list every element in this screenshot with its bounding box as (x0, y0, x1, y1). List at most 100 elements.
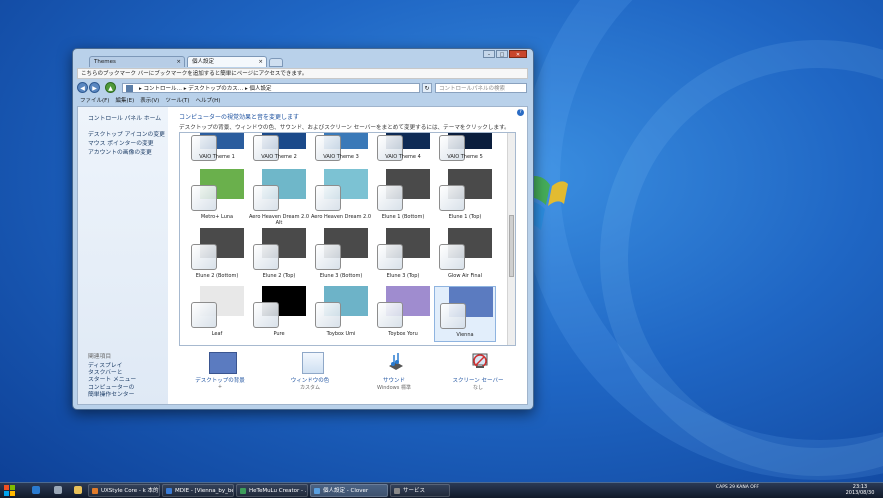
tab-personalization[interactable]: 個人設定 × (187, 56, 267, 67)
theme-window-preview (377, 302, 403, 328)
up-button[interactable]: ▲ (105, 82, 116, 93)
ie-icon[interactable] (32, 486, 40, 494)
theme-tile[interactable]: Aero Heaven Dream 2.0 Alt (248, 169, 310, 226)
refresh-button[interactable]: ↻ (422, 83, 432, 93)
theme-tile[interactable]: Glow Air Final (434, 228, 496, 284)
menu-help[interactable]: ヘルプ(H) (195, 97, 220, 106)
taskbar: UXStyle Core - k 本的… MDIE - [Vienna_by_be… (0, 482, 883, 498)
theme-name: Elune 3 (Bottom) (319, 273, 363, 279)
taskbar-item[interactable]: UXStyle Core - k 本的… (88, 484, 160, 497)
taskbar-item[interactable]: 個人設定 - Clover (310, 484, 388, 497)
theme-window-preview (191, 185, 217, 211)
sidebar-home-link[interactable]: コントロール パネル ホーム (88, 113, 161, 122)
theme-name: VAIO Theme 5 (447, 154, 483, 160)
taskbar-item[interactable]: MDIE - [Vienna_by_be… (162, 484, 234, 497)
theme-name: Aero Heaven Dream 2.0 Alt (248, 214, 310, 226)
theme-tile[interactable]: Metro+ Luna (186, 169, 248, 225)
theme-window-preview (253, 244, 279, 270)
theme-tile[interactable]: VAIO Theme 5 (434, 133, 496, 163)
theme-tile[interactable]: Elune 2 (Top) (248, 228, 310, 284)
theme-window-preview (439, 244, 465, 270)
sidebar-related-taskbar[interactable]: タスクバーと スタート メニュー (88, 370, 136, 383)
navigation-bar: ◀ ▶ ▲ ▸ コントロール… ▸ デスクトップのカス… ▸ 個人設定 ↻ コン… (77, 82, 528, 94)
theme-tile[interactable]: Pure (248, 286, 310, 342)
theme-window-preview (440, 303, 466, 329)
menu-bar: ファイル(F) 編集(E) 表示(V) ツール(T) ヘルプ(H) (77, 97, 528, 106)
window-color-icon (302, 352, 324, 374)
sidebar-link-mouse-pointer[interactable]: マウス ポインターの変更 (88, 138, 154, 147)
theme-name: Vienna (456, 332, 474, 338)
close-button[interactable]: ✕ (509, 50, 527, 58)
media-icon[interactable] (54, 486, 62, 494)
scrollbar-thumb[interactable] (509, 215, 514, 277)
app-icon (92, 488, 98, 494)
theme-tile[interactable]: Elune 3 (Bottom) (310, 228, 372, 284)
theme-tile[interactable]: VAIO Theme 4 (372, 133, 434, 163)
theme-gallery: VAIO Theme 1 VAIO Theme 2 VAIO Theme 3 VAIO… (179, 132, 516, 346)
sidebar-related-display[interactable]: ディスプレイ (88, 360, 122, 369)
theme-tile[interactable]: Vienna (434, 286, 496, 342)
theme-name: VAIO Theme 1 (199, 154, 235, 160)
sound-icon (389, 353, 403, 370)
tab-themes[interactable]: Themes × (89, 56, 185, 67)
gallery-scrollbar[interactable] (507, 133, 515, 345)
theme-tile[interactable]: Elune 1 (Top) (434, 169, 496, 225)
taskbar-item-label: UXStyle Core - k 本的… (101, 488, 160, 494)
app-icon (240, 488, 246, 494)
menu-edit[interactable]: 編集(E) (115, 97, 134, 106)
system-tray: CAPS 29 KANA OFF (716, 485, 759, 490)
sidebar-related-ease-of-access[interactable]: コンピューターの 簡単操作センター (88, 385, 134, 398)
theme-tile[interactable]: Elune 3 (Top) (372, 228, 434, 284)
help-icon[interactable]: ? (517, 109, 524, 116)
tab-close-icon[interactable]: × (258, 57, 263, 68)
back-button[interactable]: ◀ (77, 82, 88, 93)
theme-window-preview (253, 185, 279, 211)
theme-name: VAIO Theme 4 (385, 154, 421, 160)
taskbar-item-label: HeTeMuLu Creator - … (249, 488, 308, 494)
theme-window-preview (377, 244, 403, 270)
main-panel: ? コンピューターの視覚効果と音を変更します デスクトップの背景、ウィンドウの色… (168, 107, 527, 404)
tab-close-icon[interactable]: × (176, 57, 181, 68)
theme-name: Elune 1 (Bottom) (381, 214, 425, 220)
app-icon (166, 488, 172, 494)
theme-tile[interactable]: VAIO Theme 2 (248, 133, 310, 163)
theme-tile[interactable]: VAIO Theme 3 (310, 133, 372, 163)
theme-name: VAIO Theme 3 (323, 154, 359, 160)
theme-tile[interactable]: Aero Heaven Dream 2.0 (310, 169, 372, 225)
explorer-icon[interactable] (74, 486, 82, 494)
theme-name: Glow Air Final (448, 273, 482, 279)
address-bar[interactable]: ▸ コントロール… ▸ デスクトップのカス… ▸ 個人設定 (122, 83, 420, 93)
sidebar-link-desktop-icons[interactable]: デスクトップ アイコンの変更 (88, 129, 165, 138)
theme-tile[interactable]: VAIO Theme 1 (186, 133, 248, 163)
search-input[interactable]: コントロールパネルの検索 (435, 83, 527, 93)
theme-window-preview (253, 302, 279, 328)
theme-window-preview (377, 185, 403, 211)
maximize-button[interactable]: □ (496, 50, 508, 58)
theme-tile[interactable]: Elune 1 (Bottom) (372, 169, 434, 225)
taskbar-item[interactable]: サービス (390, 484, 450, 497)
desktop-background-icon (209, 352, 237, 374)
theme-name: Leaf (211, 331, 223, 337)
theme-tile[interactable]: Toybox Yoru (372, 286, 434, 342)
menu-view[interactable]: 表示(V) (140, 97, 159, 106)
menu-tools[interactable]: ツール(T) (165, 97, 189, 106)
taskbar-item[interactable]: HeTeMuLu Creator - … (236, 484, 308, 497)
theme-tile[interactable]: Toybox Umi (310, 286, 372, 342)
page-description: デスクトップの背景、ウィンドウの色、サウンド、およびスクリーン セーバーをまとめ… (179, 125, 510, 131)
page-title: コンピューターの視覚効果と音を変更します (179, 114, 300, 121)
taskbar-item-label: 個人設定 - Clover (323, 488, 369, 494)
theme-tile[interactable]: Elune 2 (Bottom) (186, 228, 248, 284)
theme-window-preview (439, 185, 465, 211)
menu-file[interactable]: ファイル(F) (80, 97, 109, 106)
clock[interactable]: 23:13 2013/08/30 (840, 484, 880, 496)
theme-name: Elune 1 (Top) (448, 214, 482, 220)
forward-button[interactable]: ▶ (89, 82, 100, 93)
theme-window-preview (191, 302, 217, 328)
theme-window-preview (191, 244, 217, 270)
theme-window-preview (315, 302, 341, 328)
new-tab-button[interactable] (269, 58, 283, 67)
sidebar-link-account-picture[interactable]: アカウントの画像の変更 (88, 147, 152, 156)
minimize-button[interactable]: – (483, 50, 495, 58)
theme-tile[interactable]: Leaf (186, 286, 248, 342)
start-button-icon[interactable] (3, 484, 17, 497)
